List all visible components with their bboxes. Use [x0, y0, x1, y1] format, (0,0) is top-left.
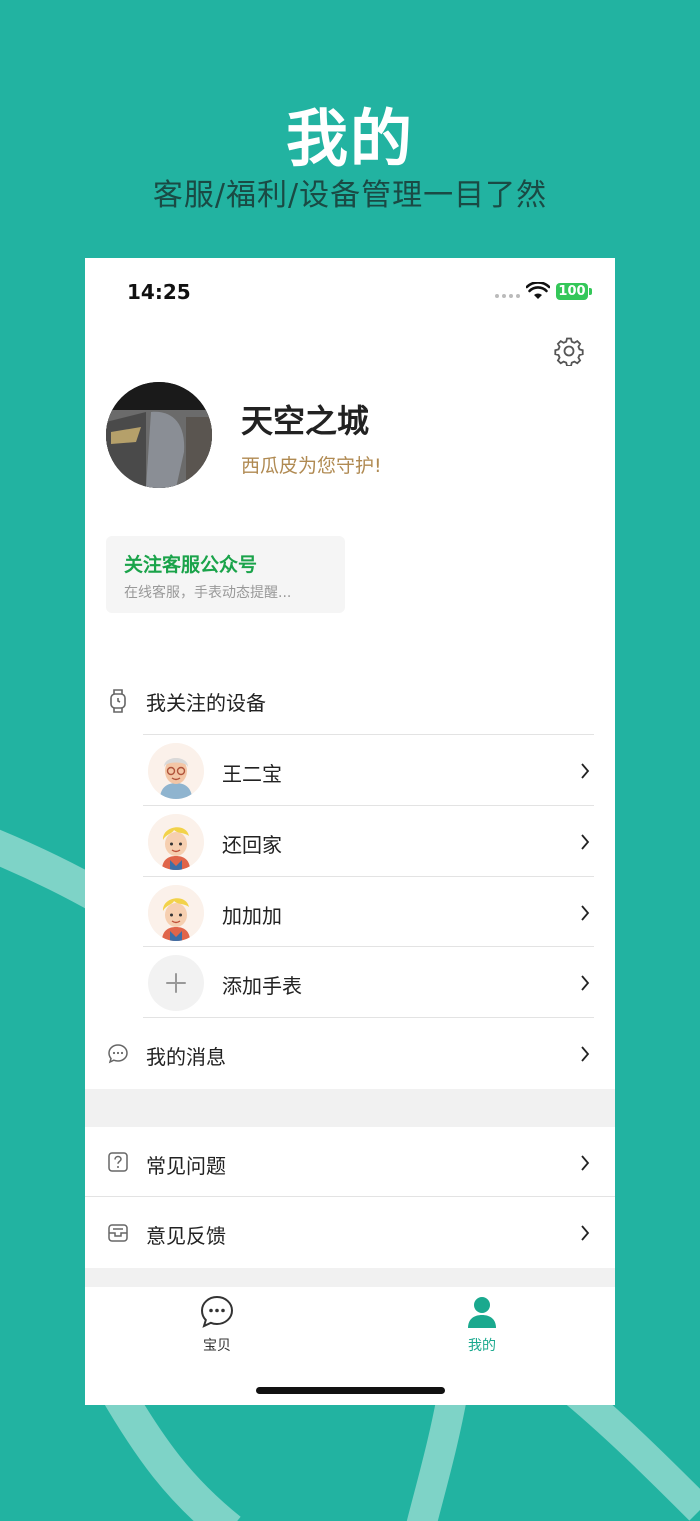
divider [143, 805, 594, 806]
divider [143, 946, 594, 947]
device-name: 还回家 [222, 833, 282, 857]
chevron-right-icon [581, 1046, 590, 1062]
chevron-right-icon [581, 1155, 590, 1171]
battery-tip [589, 288, 592, 295]
phone-screen: 14:25 100 天空之城 西瓜皮为您守护! 关注客服公众号 在线客服，手表动… [85, 258, 615, 1405]
signal-icon [495, 294, 520, 298]
follow-account-card[interactable]: 关注客服公众号 在线客服，手表动态提醒... [106, 536, 345, 613]
device-name: 王二宝 [222, 762, 282, 786]
messages-label: 我的消息 [146, 1045, 226, 1069]
user-tagline: 西瓜皮为您守护! [241, 455, 382, 477]
tab-mine[interactable]: 我的 [442, 1295, 522, 1355]
promo-subtitle: 客服/福利/设备管理一目了然 [152, 178, 548, 213]
feedback-label: 意见反馈 [146, 1224, 226, 1248]
chevron-right-icon [581, 975, 590, 991]
wifi-icon [526, 282, 550, 299]
tab-label: 我的 [468, 1338, 496, 1354]
divider [143, 734, 594, 735]
device-name: 加加加 [222, 904, 282, 928]
chevron-right-icon [581, 1225, 590, 1241]
boy-avatar [148, 885, 204, 941]
follow-card-title: 关注客服公众号 [124, 554, 258, 576]
boy-avatar [148, 814, 204, 870]
add-watch-label: 添加手表 [222, 974, 302, 998]
watch-icon [110, 689, 126, 713]
chat-bubble-icon [200, 1295, 234, 1328]
plus-icon [148, 955, 204, 1011]
devices-section-label: 我关注的设备 [146, 691, 266, 715]
follow-card-description: 在线客服，手表动态提醒... [124, 585, 292, 601]
promo-title: 我的 [285, 102, 414, 175]
user-avatar[interactable] [106, 382, 212, 488]
divider [85, 1196, 615, 1197]
inbox-icon [108, 1224, 128, 1242]
tab-label: 宝贝 [203, 1338, 231, 1354]
chevron-right-icon [581, 834, 590, 850]
divider [143, 876, 594, 877]
gear-icon[interactable] [554, 336, 584, 366]
tab-baobei[interactable]: 宝贝 [177, 1295, 257, 1355]
person-icon [468, 1297, 496, 1328]
home-indicator [256, 1387, 445, 1394]
section-separator [85, 1268, 615, 1287]
message-icon [108, 1044, 128, 1064]
question-icon [108, 1152, 128, 1172]
section-separator [85, 1089, 615, 1127]
divider [143, 1017, 594, 1018]
chevron-right-icon [581, 905, 590, 921]
status-time: 14:25 [127, 280, 191, 304]
chevron-right-icon [581, 763, 590, 779]
grandpa-avatar [148, 743, 204, 799]
battery-indicator: 100 [556, 283, 588, 300]
user-nickname: 天空之城 [241, 402, 370, 440]
faq-label: 常见问题 [146, 1154, 226, 1178]
